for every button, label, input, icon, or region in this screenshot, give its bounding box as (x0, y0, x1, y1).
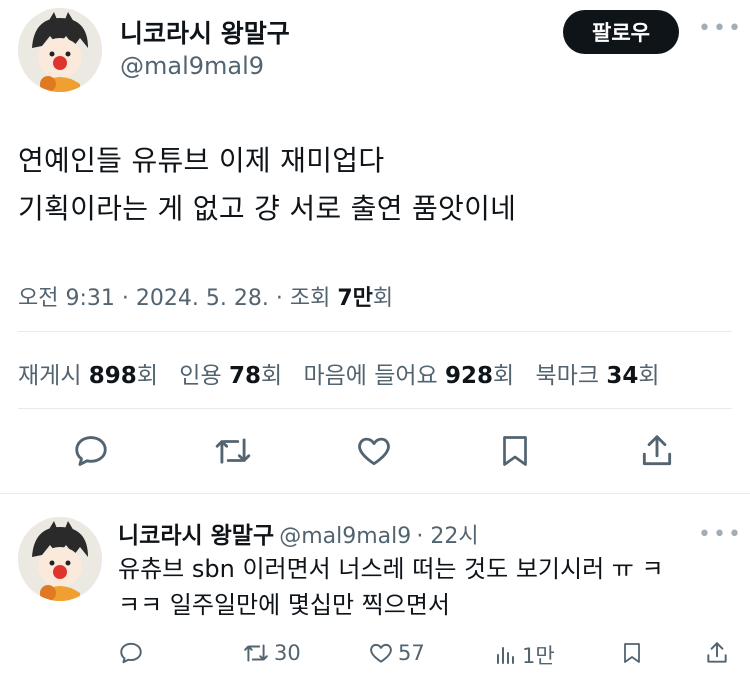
likes-stat[interactable]: 마음에 들어요 928회 (303, 363, 514, 389)
reply-header: 니코라시 왕말구 @mal9mal9 · 22시 (118, 523, 479, 549)
retweets-stat[interactable]: 재게시 898회 (18, 363, 158, 389)
tweet-time[interactable]: 오전 9:31 (18, 286, 115, 311)
reply-time[interactable]: 22시 (430, 524, 478, 549)
views-icon (497, 647, 514, 664)
tweet-date[interactable]: 2024. 5. 28. (136, 286, 269, 311)
reply-author-handle[interactable]: @mal9mal9 (279, 524, 411, 549)
quotes-stat[interactable]: 인용 78회 (179, 363, 282, 389)
follow-button[interactable]: 팔로우 (563, 10, 679, 54)
more-icon[interactable]: ••• (698, 18, 743, 40)
tweet-meta: 오전 9:31 · 2024. 5. 28. · 조회 7만회 (18, 286, 394, 311)
reply-views-button[interactable]: 1만 (494, 640, 555, 670)
engagement-stats: 재게시 898회 인용 78회 마음에 들어요 928회 북마크 34회 (18, 356, 660, 390)
retweet-icon[interactable] (213, 432, 253, 470)
reply-share-button[interactable] (704, 640, 734, 666)
tweet-text-line-1: 연예인들 유튜브 이제 재미업다 (18, 144, 385, 177)
reply-more-icon[interactable]: ••• (698, 524, 743, 546)
divider (18, 331, 732, 332)
views-suffix: 회 (372, 286, 394, 311)
section-divider (0, 493, 750, 494)
reply-bookmark-button[interactable] (620, 640, 648, 666)
author-avatar[interactable] (18, 8, 102, 92)
share-icon (707, 642, 727, 663)
share-icon[interactable] (638, 432, 676, 470)
bookmarks-stat[interactable]: 북마크 34회 (536, 363, 660, 389)
like-icon[interactable] (355, 432, 393, 470)
reply-like-button[interactable]: 57 (368, 640, 425, 666)
views-count: 7만 (337, 286, 373, 311)
like-icon (370, 643, 392, 663)
reply-icon (120, 642, 142, 664)
author-name[interactable]: 니코라시 왕말구 (120, 14, 290, 50)
reply-author-avatar[interactable] (18, 517, 102, 601)
retweet-icon (244, 644, 268, 662)
author-handle[interactable]: @mal9mal9 (120, 52, 264, 80)
reply-icon[interactable] (72, 432, 110, 470)
reply-views-count: 1만 (522, 644, 555, 668)
reply-reply-button[interactable] (118, 640, 148, 666)
views-label: 조회 (289, 286, 331, 311)
reply-like-count: 57 (398, 641, 425, 665)
reply-text-line-2: ㅋㅋ 일주일만에 몇십만 찍으면서 (118, 591, 451, 619)
bookmark-icon[interactable] (497, 432, 533, 470)
reply-retweet-button[interactable]: 30 (242, 640, 301, 666)
tweet-text-line-2: 기획이라는 게 없고 걍 서로 출연 품앗이네 (18, 192, 517, 225)
reply-text-line-1: 유츄브 sbn 이러면서 너스레 떠는 것도 보기시러 ㅠ ㅋ (118, 555, 664, 583)
bookmark-icon (624, 643, 640, 663)
reply-author-name[interactable]: 니코라시 왕말구 (118, 523, 274, 549)
divider (18, 408, 732, 409)
reply-retweet-count: 30 (274, 641, 301, 665)
